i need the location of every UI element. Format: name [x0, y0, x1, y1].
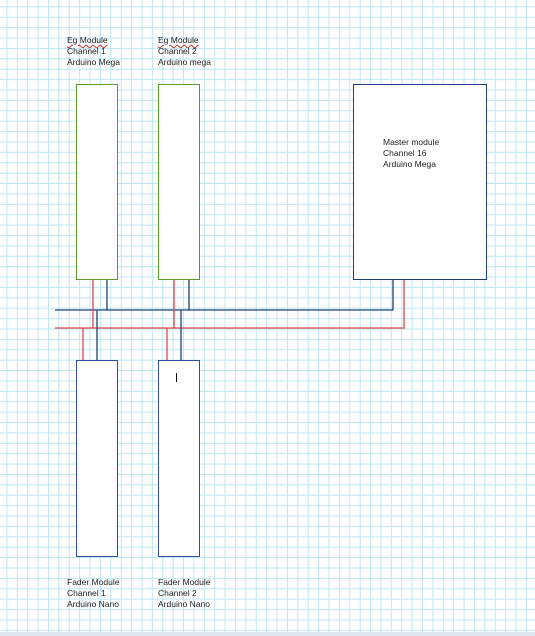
- fader-module-2-label: Fader Module Channel 2 Arduino Nano: [158, 577, 210, 610]
- wiring-layer: [55, 280, 405, 360]
- text-cursor: [176, 373, 177, 382]
- diagram-canvas: Eg Module Channel 1 Arduino Mega Eg Modu…: [0, 0, 535, 636]
- fader-module-1-board: Arduino Nano: [67, 599, 119, 609]
- fader-module-1-label: Fader Module Channel 1 Arduino Nano: [67, 577, 119, 610]
- fader-module-1-channel: Channel 1: [67, 588, 106, 598]
- fader-module-2-board: Arduino Nano: [158, 599, 210, 609]
- fader-module-1-title: Fader Module: [67, 577, 120, 587]
- fader-module-2-channel: Channel 2: [158, 588, 197, 598]
- fader-module-2-title: Fader Module: [158, 577, 211, 587]
- bottom-scroll-edge: [0, 632, 535, 636]
- blue-bus-wire: [55, 280, 394, 311]
